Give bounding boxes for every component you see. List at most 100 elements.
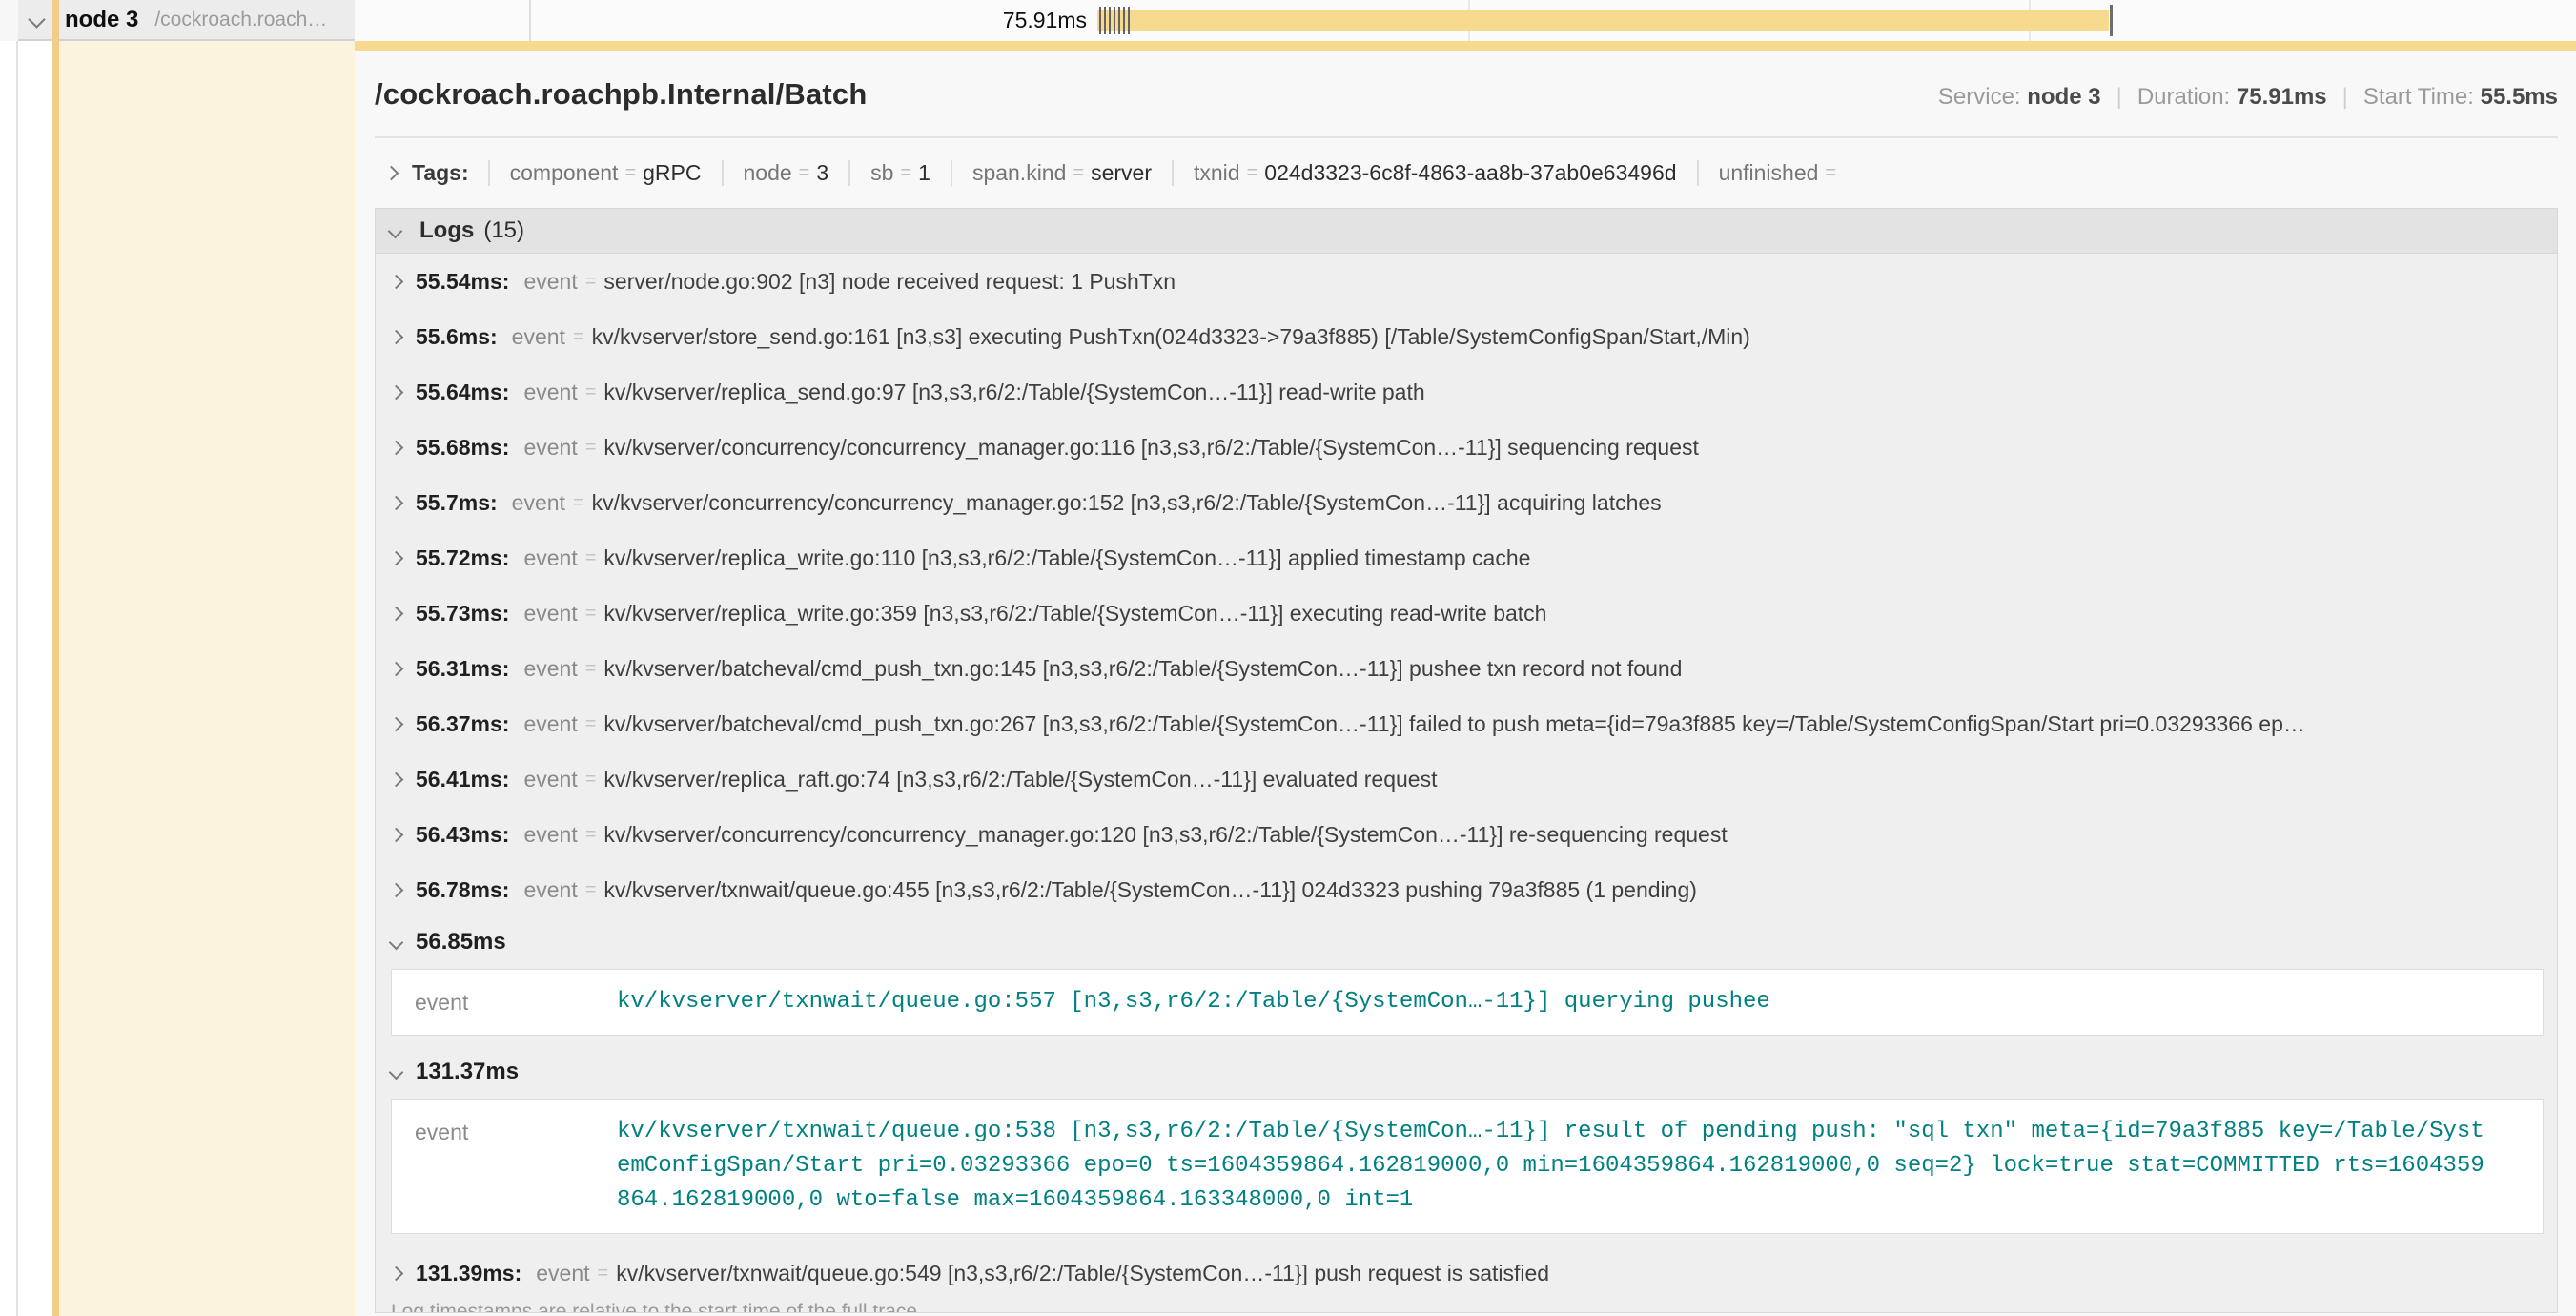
tag-value: 1: [918, 160, 930, 186]
tag-key: component: [510, 160, 619, 186]
log-key: event: [523, 435, 577, 461]
log-timestamp: 56.31ms:: [416, 656, 509, 682]
log-equals: =: [578, 658, 604, 680]
chevron-down-icon[interactable]: [28, 10, 45, 28]
log-timestamp: 55.64ms:: [416, 380, 509, 405]
chevron-right-icon: [389, 495, 404, 510]
log-timestamp: 56.41ms:: [416, 767, 509, 792]
log-key: event: [523, 877, 577, 903]
log-marker-tick: [1099, 7, 1101, 34]
log-row-expanded-header[interactable]: 131.37ms: [376, 1047, 2557, 1097]
tree-guide-line: [16, 0, 18, 1316]
span-operation-name[interactable]: /cockroach.roach…: [154, 9, 327, 31]
log-row[interactable]: 56.43ms: event = kv/kvserver/concurrency…: [376, 807, 2557, 862]
log-timestamp: 55.72ms:: [416, 545, 509, 571]
span-detail-header: /cockroach.roachpb.Internal/Batch Servic…: [375, 77, 2558, 138]
log-fields-table: event kv/kvserver/txnwait/queue.go:557 […: [391, 969, 2544, 1036]
log-row[interactable]: 55.73ms: event = kv/kvserver/replica_wri…: [376, 586, 2557, 641]
log-timestamp: 55.73ms:: [416, 601, 509, 627]
log-key: event: [512, 490, 565, 516]
chevron-right-icon: [389, 329, 404, 344]
log-key: event: [512, 324, 565, 350]
log-equals: =: [578, 547, 604, 569]
chevron-down-icon: [389, 935, 404, 950]
log-key: event: [523, 601, 577, 627]
span-duration-label: 75.91ms: [953, 0, 1087, 41]
log-key: event: [523, 711, 577, 737]
log-row[interactable]: 131.39ms: event = kv/kvserver/txnwait/qu…: [376, 1245, 2557, 1301]
log-row[interactable]: 56.78ms: event = kv/kvserver/txnwait/que…: [376, 862, 2557, 917]
logs-footer-note: Log timestamps are relative to the start…: [376, 1301, 2557, 1313]
logs-title: Logs: [419, 217, 474, 244]
log-row[interactable]: 55.6ms: event = kv/kvserver/store_send.g…: [376, 309, 2557, 364]
log-message: kv/kvserver/txnwait/queue.go:549 [n3,s3,…: [616, 1261, 1549, 1286]
log-equals: =: [578, 603, 604, 625]
span-bar[interactable]: [1097, 10, 2109, 31]
log-message: kv/kvserver/batcheval/cmd_push_txn.go:14…: [603, 656, 1682, 682]
chevron-right-icon: [389, 606, 404, 621]
log-equals: =: [578, 437, 604, 459]
tags-accordion-header[interactable]: Tags: component = gRPC node = 3 sb = 1 s…: [375, 148, 1863, 197]
tag-value: server: [1091, 160, 1152, 186]
log-field-value: kv/kvserver/txnwait/queue.go:538 [n3,s3,…: [617, 1115, 2493, 1218]
log-message: kv/kvserver/replica_raft.go:74 [n3,s3,r6…: [603, 767, 1437, 792]
span-service-name[interactable]: node 3: [65, 7, 138, 33]
tag-value: gRPC: [643, 160, 701, 186]
log-row[interactable]: 56.31ms: event = kv/kvserver/batcheval/c…: [376, 641, 2557, 696]
logs-accordion-header[interactable]: Logs (15): [376, 209, 2557, 254]
chevron-right-icon: [389, 661, 404, 676]
log-row[interactable]: 55.72ms: event = kv/kvserver/replica_wri…: [376, 530, 2557, 586]
log-timestamp: 131.39ms:: [416, 1261, 521, 1286]
logs-count: (15): [483, 217, 524, 244]
log-key: event: [523, 380, 577, 405]
chevron-right-icon: [389, 1265, 404, 1281]
log-row-expanded-header[interactable]: 56.85ms: [376, 917, 2557, 967]
log-equals: =: [578, 381, 604, 403]
chevron-right-icon: [389, 882, 404, 897]
span-name-cell[interactable]: node 3 /cockroach.roach…: [18, 0, 355, 41]
tag-value: 3: [816, 160, 828, 186]
tag-value: 024d3323-6c8f-4863-aa8b-37ab0e63496d: [1264, 160, 1676, 186]
log-key: event: [523, 545, 577, 571]
log-marker-tick: [1118, 7, 1120, 34]
log-row[interactable]: 55.68ms: event = kv/kvserver/concurrency…: [376, 420, 2557, 475]
log-row[interactable]: 55.54ms: event = server/node.go:902 [n3]…: [376, 254, 2557, 309]
service-label: Service:: [1938, 84, 2021, 110]
log-marker-tick: [1114, 7, 1115, 34]
log-field-key: event: [415, 1115, 617, 1145]
chevron-right-icon: [389, 440, 404, 455]
log-marker-tick: [1123, 7, 1125, 34]
log-message: kv/kvserver/concurrency/concurrency_mana…: [592, 490, 1662, 516]
log-timestamp: 55.54ms:: [416, 269, 509, 295]
tag-item: span.kind = server: [951, 160, 1172, 186]
start-time-value: 55.5ms: [2481, 84, 2558, 110]
log-message: kv/kvserver/replica_write.go:359 [n3,s3,…: [603, 601, 1546, 627]
log-field-value: kv/kvserver/txnwait/queue.go:557 [n3,s3,…: [617, 985, 1770, 1019]
log-key: event: [536, 1261, 589, 1286]
log-equals: =: [590, 1263, 617, 1285]
log-row[interactable]: 56.41ms: event = kv/kvserver/replica_raf…: [376, 751, 2557, 807]
log-equals: =: [578, 713, 604, 735]
log-fields-table: event kv/kvserver/txnwait/queue.go:538 […: [391, 1099, 2544, 1234]
log-message: kv/kvserver/store_send.go:161 [n3,s3] ex…: [592, 324, 1750, 350]
log-equals: =: [578, 824, 604, 846]
span-end-marker: [2110, 5, 2113, 36]
start-time-label: Start Time:: [2363, 84, 2474, 110]
tag-equals: =: [893, 162, 918, 184]
log-row[interactable]: 55.64ms: event = kv/kvserver/replica_sen…: [376, 364, 2557, 420]
log-key: event: [523, 822, 577, 848]
log-equals: =: [578, 271, 604, 293]
column-divider[interactable]: [529, 0, 531, 41]
log-message: kv/kvserver/concurrency/concurrency_mana…: [603, 822, 1727, 848]
log-equals: =: [565, 492, 592, 514]
log-row[interactable]: 56.37ms: event = kv/kvserver/batcheval/c…: [376, 696, 2557, 751]
span-row: node 3 /cockroach.roach… 75.91ms: [0, 0, 2576, 41]
span-overview: Service: node 3|Duration: 75.91ms|Start …: [1938, 84, 2558, 111]
chevron-right-icon: [389, 550, 404, 565]
span-detail-pane: /cockroach.roachpb.Internal/Batch Servic…: [355, 41, 2576, 1316]
duration-label: Duration:: [2137, 84, 2230, 110]
tag-key: sb: [870, 160, 893, 186]
log-message: kv/kvserver/replica_write.go:110 [n3,s3,…: [603, 545, 1530, 571]
span-title: /cockroach.roachpb.Internal/Batch: [375, 77, 868, 112]
log-row[interactable]: 55.7ms: event = kv/kvserver/concurrency/…: [376, 475, 2557, 530]
